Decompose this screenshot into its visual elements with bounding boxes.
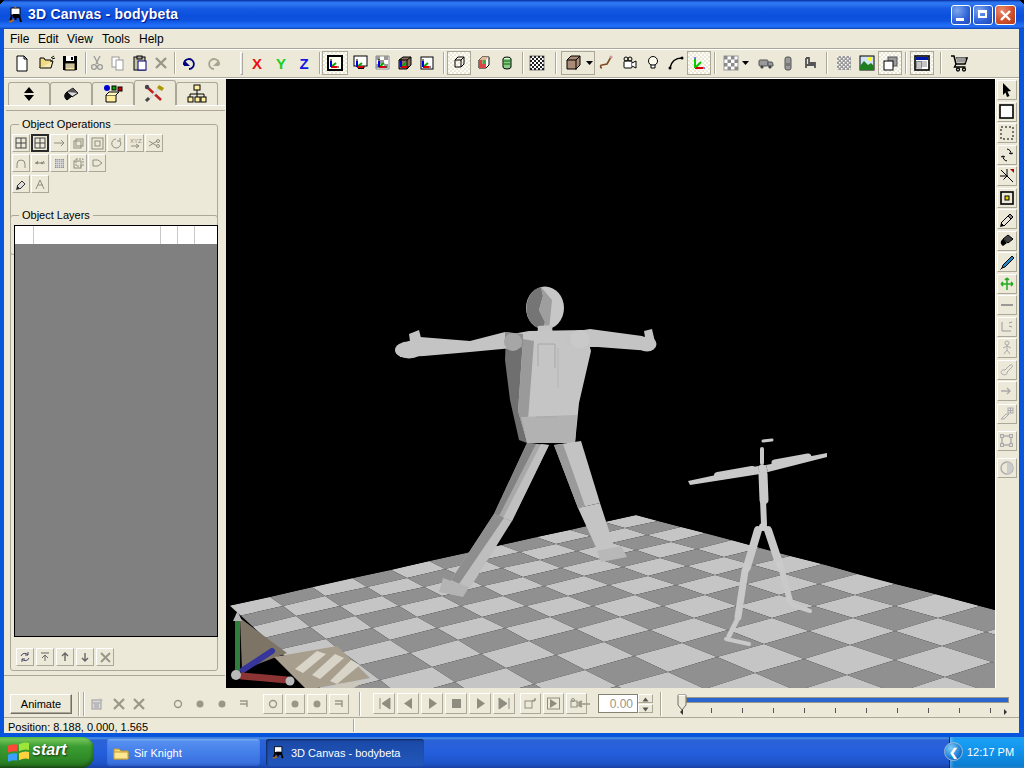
svg-text:XYZ: XYZ — [130, 138, 142, 144]
